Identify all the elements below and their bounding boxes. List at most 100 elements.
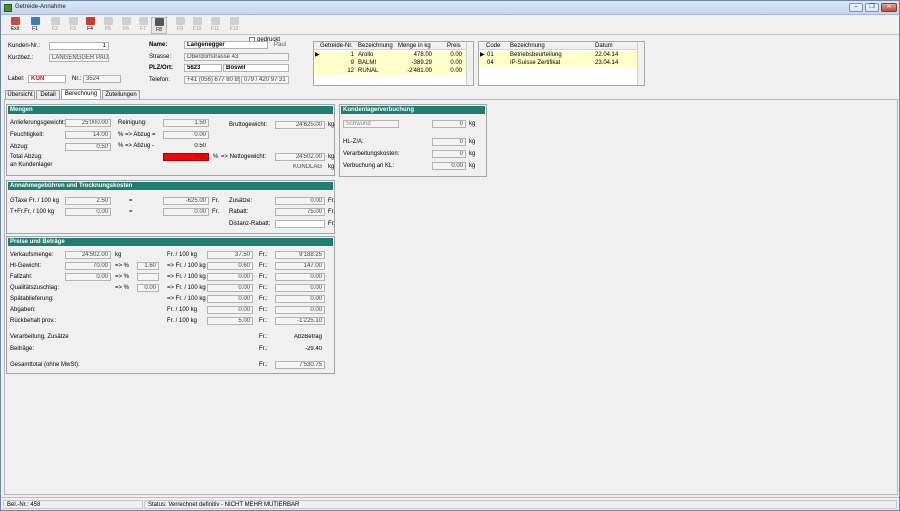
toolbar-button-f5[interactable]: F5 — [100, 17, 116, 34]
minimize-button[interactable]: – — [849, 3, 863, 12]
preise-row-value3[interactable]: 37.50 — [207, 251, 253, 259]
preise-row-total[interactable]: -1'225.10 — [275, 317, 325, 325]
toolbar-button-f7[interactable]: F7 — [135, 17, 151, 34]
toolbar-button-f8[interactable]: F8 — [151, 17, 167, 34]
brutto-field[interactable]: 24'625.00 — [275, 121, 325, 129]
table-row[interactable]: 9 BALMI -389.29 0.00 — [314, 59, 466, 67]
preise-row-value1[interactable]: 0.00 — [65, 273, 111, 281]
telefon-field[interactable]: +41 (056) 677 80 85 — [184, 76, 240, 84]
gtaxe-fr-unit: Fr. — [212, 198, 219, 204]
strasse-field[interactable]: Oberdorfstrasse 43 — [184, 53, 289, 61]
toolbar-button-f4[interactable]: F4 — [82, 17, 98, 34]
toolbar-button-exit[interactable]: Exit — [7, 17, 23, 34]
tfr-field[interactable]: 0.00 — [65, 208, 111, 216]
preise-row-value1[interactable]: 24'502.00 — [65, 251, 111, 259]
getreide-table[interactable]: Getreide-Nr. Bezeichnung Menge in kg Pre… — [313, 41, 474, 86]
kunden-nr-label: Kunden-Nr.: — [8, 43, 41, 49]
schwund-field[interactable]: 0 — [432, 120, 466, 128]
table-row[interactable]: 12 RUNAL -2'481.00 0.00 — [314, 67, 466, 75]
preise-row-value3[interactable]: 5.00 — [207, 317, 253, 325]
code-scrollbar[interactable] — [637, 42, 644, 85]
label-field[interactable]: KON — [28, 75, 66, 83]
verbuch-field[interactable]: 0.00 — [432, 162, 466, 170]
table-cell: Arollo — [358, 52, 374, 58]
feucht-field[interactable]: 14.00 — [65, 131, 111, 139]
toolbar-button-f1[interactable]: F1 — [27, 17, 43, 34]
preise-row-value3[interactable]: 0.00 — [207, 273, 253, 281]
preise-row-total[interactable]: 0.00 — [275, 295, 325, 303]
toolbar-button-f3[interactable]: F3 — [65, 17, 81, 34]
tfr-value[interactable]: 0.00 — [163, 208, 209, 216]
preise-row-pct[interactable] — [137, 273, 159, 281]
preise-row-value3[interactable]: 0.00 — [207, 306, 253, 314]
preise-row-label: Fallzahl: — [10, 274, 33, 280]
preise-row-total[interactable]: 0.00 — [275, 306, 325, 314]
pct-abzug2-field[interactable]: 0.50 — [163, 142, 209, 150]
toolbar-button-f12[interactable]: F12 — [226, 17, 242, 34]
total-abzug-field[interactable]: 0.00 — [163, 153, 209, 161]
maximize-button[interactable]: ❐ — [865, 3, 879, 12]
form-icon — [30, 17, 40, 25]
kundlag-field[interactable]: KUNDLAG — [275, 163, 325, 171]
total-abzug-label: Total Abzug: — [10, 154, 43, 160]
anlief-field[interactable]: 25'000.00 — [65, 119, 111, 127]
close-button[interactable]: ✕ — [881, 3, 897, 12]
gesamt-field[interactable]: 7'530.75 — [275, 361, 325, 369]
tab-berechnung[interactable]: Berechnung — [61, 89, 101, 99]
abzug-field[interactable]: 0.50 — [65, 143, 111, 151]
preise-row-total[interactable]: 9'188.25 — [275, 251, 325, 259]
preise-row-value1[interactable]: 70.00 — [65, 262, 111, 270]
belnr-panel: Bel.-Nr.: 458 — [3, 500, 143, 509]
table-cell: 1 — [350, 52, 354, 58]
telefon2-field[interactable]: 079 / 420 97 31 — [241, 76, 289, 84]
table-cell: 0.00 — [450, 60, 462, 66]
rabatt-field[interactable]: 75.00 — [275, 208, 325, 216]
toolbar-button-label: F2 — [52, 26, 58, 32]
document-icon — [192, 17, 202, 25]
verarb-field[interactable]: 0 — [432, 150, 466, 158]
code-table[interactable]: Code Bezeichnung Datum ▶ 01 Betriebsbeurte… — [478, 41, 645, 86]
toolbar-button-f9[interactable]: F9 — [172, 17, 188, 34]
table-row[interactable]: ▶ 01 Betriebsbeurteilung 22.04.14 — [479, 51, 637, 59]
preise-row-total[interactable]: 0.00 — [275, 284, 325, 292]
preise-row-pct[interactable]: 1.60 — [137, 262, 159, 270]
name-field[interactable]: Langenegger — [184, 41, 268, 49]
preise-row-value3[interactable]: 0.00 — [207, 284, 253, 292]
preise-row-value3[interactable]: 0.00 — [207, 295, 253, 303]
table-row[interactable]: ▶ 1 Arollo 478.00 0.00 — [314, 51, 466, 59]
toolbar-button-label: F6 — [123, 26, 129, 32]
tab-detail[interactable]: Detail — [36, 90, 60, 99]
toolbar-button-f10[interactable]: F10 — [189, 17, 205, 34]
preise-row-total[interactable]: 0.00 — [275, 273, 325, 281]
preise-row-value3[interactable]: 0.60 — [207, 262, 253, 270]
tab-uebersicht[interactable]: Übersicht — [5, 90, 35, 99]
toolbar-button-f11[interactable]: F11 — [207, 17, 223, 34]
beitraege-field[interactable]: -29.40 — [275, 345, 325, 353]
verarbeitung-field[interactable]: AbzBetrag — [275, 333, 325, 341]
gtaxe-field[interactable]: 2.50 — [65, 197, 111, 205]
tab-zuteilungen[interactable]: Zuteilungen — [102, 90, 140, 99]
getreide-scrollbar[interactable] — [466, 42, 473, 85]
pct-abzug-field[interactable]: 0.00 — [163, 131, 209, 139]
table-row[interactable]: 04 IP-Suisse Zertifikat 23.04.14 — [479, 59, 637, 67]
preise-row-pct[interactable]: 0.00 — [137, 284, 159, 292]
hlza-field[interactable]: 0 — [432, 138, 466, 146]
reinigung-field[interactable]: 1.50 — [163, 119, 209, 127]
kunden-nr-field[interactable]: 1 — [49, 42, 109, 50]
preise-row-total[interactable]: 147.00 — [275, 262, 325, 270]
ort-field[interactable]: Boswil — [223, 64, 289, 72]
schwund-input[interactable]: Schwund — [343, 120, 399, 128]
toolbar-button-f6[interactable]: F6 — [118, 17, 134, 34]
preise-row-unit: Fr. / 100 kg — [167, 307, 198, 313]
gtaxe-value[interactable]: -625.00 — [163, 197, 209, 205]
plz-field[interactable]: 5623 — [184, 64, 222, 72]
zusatz-field[interactable]: 0.00 — [275, 197, 325, 205]
nr-field[interactable]: 3524 — [83, 75, 121, 83]
toolbar-button-f2[interactable]: F2 — [47, 17, 63, 34]
netto-field[interactable]: 24'502.00 — [275, 153, 325, 161]
distanz-field[interactable] — [275, 220, 325, 228]
kurzbez-field[interactable]: LANGENGGER PAUL — [49, 54, 109, 62]
distanz-fr-unit: Fr. — [328, 221, 335, 227]
getreide-table-header: Getreide-Nr. Bezeichnung Menge in kg Pre… — [314, 42, 467, 50]
toolbar-button-label: F5 — [105, 26, 111, 32]
